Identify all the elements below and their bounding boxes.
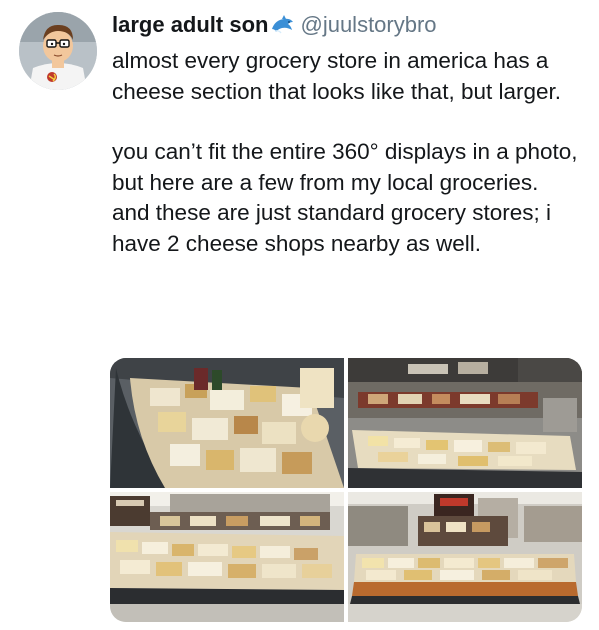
tweet-paragraph-1: almost every grocery store in america ha…: [112, 48, 562, 104]
display-name[interactable]: large adult son: [112, 12, 268, 38]
tweet-header: large adult son @juulstorybro: [112, 10, 437, 40]
tweet-paragraph-2: you can’t fit the entire 360° displays i…: [112, 139, 578, 256]
dolphin-icon: [270, 14, 296, 36]
photo-cheese-island-aisle[interactable]: [110, 492, 344, 622]
photo-cheese-island-deli[interactable]: [348, 358, 582, 488]
photo-cheese-island-wood[interactable]: [348, 492, 582, 622]
tweet: large adult son @juulstorybro almost eve…: [0, 0, 599, 630]
media-grid: [110, 358, 582, 622]
avatar[interactable]: [19, 12, 97, 90]
tweet-text: almost every grocery store in america ha…: [112, 46, 582, 259]
user-handle[interactable]: @juulstorybro: [300, 12, 436, 38]
photo-cheese-closeup[interactable]: [110, 358, 344, 488]
avatar-cartoon-icon: [19, 12, 97, 90]
